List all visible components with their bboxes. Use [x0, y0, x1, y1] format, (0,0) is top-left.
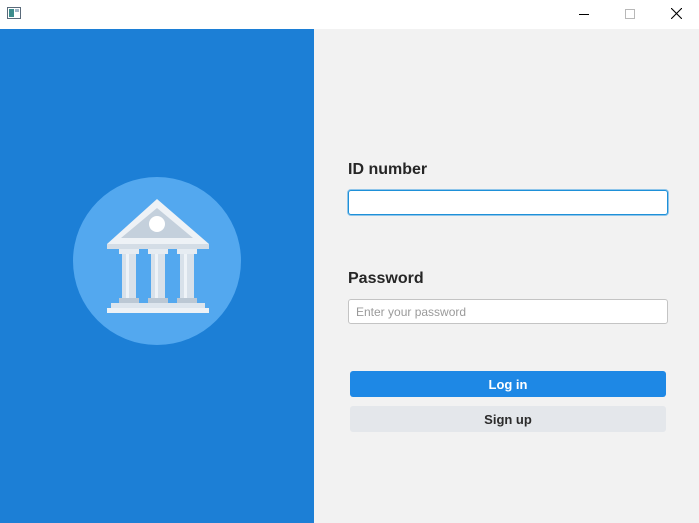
signup-button[interactable]: Sign up	[350, 406, 666, 432]
close-button[interactable]	[653, 0, 699, 29]
id-number-label: ID number	[348, 161, 428, 178]
logo-circle	[73, 177, 241, 345]
maximize-button[interactable]	[607, 0, 653, 29]
maximize-icon	[625, 6, 635, 24]
minimize-icon	[579, 6, 589, 24]
app-window: ID number Password Log in Sign up	[0, 0, 699, 523]
window-app-icon	[7, 6, 21, 19]
login-form-panel: ID number Password Log in Sign up	[314, 29, 699, 523]
title-bar[interactable]	[0, 0, 699, 29]
minimize-button[interactable]	[561, 0, 607, 29]
branding-panel	[0, 29, 314, 523]
bank-building-icon	[107, 199, 209, 313]
password-input[interactable]	[348, 299, 668, 324]
close-icon	[670, 6, 682, 24]
id-number-input[interactable]	[348, 190, 668, 215]
password-label: Password	[348, 270, 424, 287]
login-button[interactable]: Log in	[350, 371, 666, 397]
